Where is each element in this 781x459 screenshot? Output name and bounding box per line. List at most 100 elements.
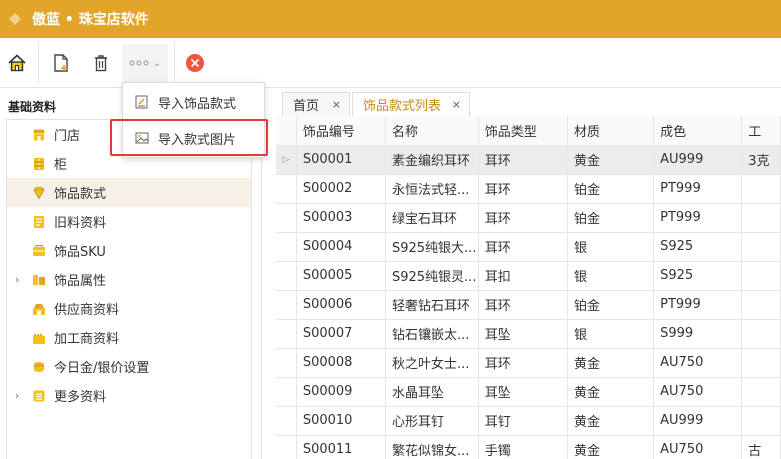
table-cell[interactable]: 银 <box>567 232 655 262</box>
table-cell[interactable]: 耳环 <box>478 290 568 320</box>
table-cell[interactable]: 心形耳钉 <box>385 406 479 436</box>
table-cell[interactable]: S999 <box>653 319 743 349</box>
table-cell[interactable]: 水晶耳坠 <box>385 377 479 407</box>
sidebar-item-jewelry-style[interactable]: 饰品款式 <box>7 178 251 207</box>
table-row[interactable]: S00007 钻石镶嵌太... 耳坠银 S999 <box>276 319 781 349</box>
table-cell[interactable]: 繁花似锦女... <box>385 435 479 459</box>
table-row[interactable]: S00010 心形耳钉 耳钉 黄金 AU999 <box>276 406 781 436</box>
table-cell[interactable]: 永恒法式轻... <box>385 174 479 204</box>
table-row[interactable]: ▷ S00001 素金编织耳环 耳环 黄金 AU999 3克 <box>276 145 781 175</box>
table-cell[interactable] <box>741 319 781 349</box>
table-cell[interactable]: S00007 <box>296 319 386 349</box>
table-cell[interactable]: 轻奢钻石耳环 <box>385 290 479 320</box>
expand-arrow-icon[interactable]: › <box>15 389 19 402</box>
table-cell[interactable]: 耳环 <box>478 145 568 175</box>
table-cell[interactable]: 银 <box>567 319 655 349</box>
table-cell[interactable]: S00004 <box>296 232 386 262</box>
table-cell[interactable]: 手镯 <box>478 435 568 459</box>
table-cell[interactable]: 耳坠 <box>478 377 568 407</box>
table-cell[interactable]: 耳钉 <box>478 406 568 436</box>
table-cell[interactable]: S00005 <box>296 261 386 291</box>
table-cell[interactable]: 铂金 <box>567 290 655 320</box>
table-cell[interactable] <box>741 203 781 233</box>
table-cell[interactable]: S00006 <box>296 290 386 320</box>
close-app-button[interactable] <box>182 44 208 82</box>
sidebar-item-processor[interactable]: 加工商资料 <box>7 323 251 352</box>
column-header[interactable]: 饰品编号 <box>296 116 386 146</box>
table-cell[interactable] <box>741 290 781 320</box>
table-cell[interactable]: 铂金 <box>567 174 655 204</box>
delete-button[interactable] <box>88 44 114 82</box>
table-cell[interactable] <box>741 261 781 291</box>
tab-home[interactable]: 首页 × <box>282 92 350 116</box>
table-cell[interactable] <box>741 174 781 204</box>
sidebar-item-sku[interactable]: 饰品SKU <box>7 236 251 265</box>
sidebar-item-more-data[interactable]: › 更多资料 <box>7 381 251 410</box>
table-cell[interactable]: S00010 <box>296 406 386 436</box>
column-header[interactable]: 名称 <box>385 116 479 146</box>
table-cell[interactable]: AU999 <box>653 406 743 436</box>
table-cell[interactable]: AU750 <box>653 435 743 459</box>
table-cell[interactable]: 黄金 <box>567 377 655 407</box>
expand-arrow-icon[interactable]: › <box>15 273 19 286</box>
table-cell[interactable]: S00008 <box>296 348 386 378</box>
table-cell[interactable] <box>741 232 781 262</box>
table-cell[interactable] <box>741 406 781 436</box>
table-row[interactable]: S00011 繁花似锦女... 手镯 黄金 AU750 古 <box>276 435 781 459</box>
table-row[interactable]: S00009 水晶耳坠 耳坠 黄金 AU750 <box>276 377 781 407</box>
table-cell[interactable]: 耳环 <box>478 203 568 233</box>
table-cell[interactable]: PT999 <box>653 174 743 204</box>
table-cell[interactable]: 秋之叶女士... <box>385 348 479 378</box>
column-header[interactable]: 成色 <box>653 116 743 146</box>
tab-close-icon[interactable]: × <box>332 98 341 111</box>
table-cell[interactable]: S925纯银大... <box>385 232 479 262</box>
sidebar-item-supplier[interactable]: 供应商资料 <box>7 294 251 323</box>
table-row[interactable]: S00008 秋之叶女士... 耳环 黄金 AU750 <box>276 348 781 378</box>
home-button[interactable] <box>4 44 30 82</box>
table-cell[interactable]: AU999 <box>653 145 743 175</box>
table-cell[interactable]: 铂金 <box>567 203 655 233</box>
sidebar-item-price-settings[interactable]: 今日金/银价设置 <box>7 352 251 381</box>
table-cell[interactable]: S00009 <box>296 377 386 407</box>
table-cell[interactable]: S925 <box>653 261 743 291</box>
table-cell[interactable]: 耳环 <box>478 174 568 204</box>
column-header[interactable]: 材质 <box>567 116 655 146</box>
add-button[interactable] <box>48 44 74 82</box>
tab-jewelry-style-list[interactable]: 饰品款式列表 × <box>352 92 470 116</box>
table-cell[interactable] <box>741 377 781 407</box>
table-cell[interactable]: 耳坠 <box>478 319 568 349</box>
table-cell[interactable]: AU750 <box>653 377 743 407</box>
table-cell[interactable]: S925纯银灵... <box>385 261 479 291</box>
table-cell[interactable]: S00002 <box>296 174 386 204</box>
table-cell[interactable]: 钻石镶嵌太... <box>385 319 479 349</box>
table-cell[interactable]: 耳环 <box>478 232 568 262</box>
table-row[interactable]: S00005 S925纯银灵... 耳扣银 S925 <box>276 261 781 291</box>
table-cell[interactable]: S00011 <box>296 435 386 459</box>
table-cell[interactable]: PT999 <box>653 290 743 320</box>
table-cell[interactable]: 古 <box>741 435 781 459</box>
column-header[interactable]: 工 <box>741 116 781 146</box>
table-cell[interactable]: 耳环 <box>478 348 568 378</box>
table-cell[interactable]: S00001 <box>296 145 386 175</box>
table-row[interactable]: S00002 永恒法式轻... 耳环 铂金 PT999 <box>276 174 781 204</box>
table-cell[interactable]: 银 <box>567 261 655 291</box>
table-cell[interactable]: 素金编织耳环 <box>385 145 479 175</box>
table-cell[interactable]: S00003 <box>296 203 386 233</box>
menu-item-import-styles[interactable]: 导入饰品款式 <box>123 85 264 119</box>
column-header[interactable]: 饰品类型 <box>478 116 568 146</box>
table-cell[interactable]: 3克 <box>741 145 781 175</box>
table-cell[interactable]: PT999 <box>653 203 743 233</box>
table-row[interactable]: S00006 轻奢钻石耳环 耳环 铂金 PT999 <box>276 290 781 320</box>
sidebar-item-attributes[interactable]: › 饰品属性 <box>7 265 251 294</box>
table-cell[interactable]: 黄金 <box>567 348 655 378</box>
table-row[interactable]: S00003 绿宝石耳环 耳环 铂金 PT999 <box>276 203 781 233</box>
table-cell[interactable]: AU750 <box>653 348 743 378</box>
sidebar-item-old-material[interactable]: 旧料资料 <box>7 207 251 236</box>
table-cell[interactable]: S925 <box>653 232 743 262</box>
table-cell[interactable] <box>741 348 781 378</box>
table-cell[interactable]: 耳扣 <box>478 261 568 291</box>
table-row[interactable]: S00004 S925纯银大... 耳环银 S925 <box>276 232 781 262</box>
tab-close-icon[interactable]: × <box>452 98 461 111</box>
table-cell[interactable]: 黄金 <box>567 435 655 459</box>
table-cell[interactable]: 黄金 <box>567 406 655 436</box>
